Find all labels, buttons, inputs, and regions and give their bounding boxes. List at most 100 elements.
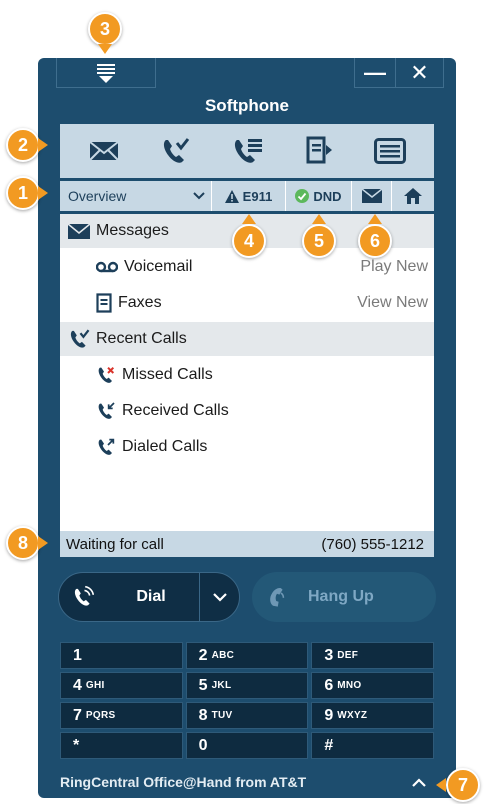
chevron-up-icon [412, 777, 426, 787]
main-menu-button[interactable] [56, 58, 156, 88]
voicemail-icon [96, 261, 118, 273]
overview-panel: Messages Voicemail Play New Faxes View N… [60, 214, 434, 531]
strip-messages-button[interactable] [352, 181, 392, 211]
fax-icon [306, 136, 332, 164]
dialed-call-icon [98, 438, 115, 455]
softphone-window: — ✕ Softphone Overview E911 DND Messages… [38, 58, 456, 798]
dialed-calls-label: Dialed Calls [122, 438, 208, 455]
keypad-key[interactable]: 0 [185, 732, 309, 759]
call-status-text: Waiting for call [66, 535, 164, 553]
callout-3-pointer [98, 44, 112, 54]
keypad-key-letters: GHI [85, 680, 105, 691]
dial-control: Dial [58, 572, 240, 622]
view-select[interactable]: Overview [60, 181, 212, 211]
keypad-key-letters: JKL [211, 680, 232, 691]
callout-6-pointer [368, 214, 382, 224]
received-calls-row[interactable]: Received Calls [60, 394, 434, 428]
keypad-key[interactable]: 9 WXYZ [311, 702, 434, 729]
keypad-key[interactable]: 4 GHI [60, 672, 183, 699]
footer-brand: RingCentral Office@Hand from AT&T [60, 774, 307, 790]
keypad-key-digit: 3 [324, 646, 334, 664]
dial-button[interactable]: Dial [107, 588, 199, 606]
list-icon [374, 138, 407, 164]
phone-list-icon [234, 139, 262, 163]
chevron-down-icon [193, 192, 205, 200]
toolbar-fax-button[interactable] [299, 133, 339, 169]
faxes-view-new-link[interactable]: View New [357, 294, 428, 312]
keypad-key-letters: DEF [337, 650, 359, 661]
keypad-key-digit: 8 [198, 706, 208, 724]
hangup-phone-icon [270, 588, 285, 607]
toolbar-recent-calls-button[interactable] [155, 133, 195, 169]
keypad-key[interactable]: * [60, 732, 183, 759]
home-icon [404, 188, 422, 204]
voicemail-play-new-link[interactable]: Play New [360, 258, 428, 276]
toolbar-list-button[interactable] [370, 133, 410, 169]
messages-header-label: Messages [96, 222, 169, 239]
callout-2-pointer [38, 138, 48, 152]
callout-6: 6 [358, 224, 392, 258]
expand-button[interactable] [408, 772, 430, 792]
dnd-label: DND [313, 188, 342, 204]
keypad-key-letters: PQRS [85, 710, 116, 721]
e911-label: E911 [242, 188, 273, 204]
hangup-button[interactable]: Hang Up [252, 572, 436, 622]
e911-button[interactable]: E911 [212, 181, 286, 211]
minimize-button[interactable]: — [354, 58, 396, 88]
phone-check-icon [164, 138, 190, 163]
recent-calls-header-label: Recent Calls [96, 330, 187, 347]
callout-2: 2 [6, 128, 40, 162]
close-button[interactable]: ✕ [396, 58, 444, 88]
dial-keypad: 1 2 ABC 3 DEF 4 GHI 5 JKL 6 MNO 7 PQRS 8 TUV 9 WXYZ * 0 # [60, 642, 434, 759]
call-status-bar: Waiting for call (760) 555-1212 [60, 531, 434, 557]
keypad-key-letters: TUV [211, 710, 233, 721]
chevron-down-icon [212, 592, 227, 602]
keypad-key-digit: * [73, 736, 80, 754]
missed-calls-label: Missed Calls [122, 366, 213, 383]
keypad-key[interactable]: 5 JKL [185, 672, 309, 699]
missed-call-icon [98, 366, 115, 383]
dialed-calls-row[interactable]: Dialed Calls [60, 430, 434, 464]
keypad-key[interactable]: 2 ABC [185, 642, 309, 669]
toolbar-messages-button[interactable] [84, 133, 124, 169]
keypad-key-digit: 4 [73, 676, 82, 694]
home-button[interactable] [392, 181, 434, 211]
keypad-key[interactable]: 1 [60, 642, 183, 669]
callout-5: 5 [302, 224, 336, 258]
keypad-key[interactable]: 7 PQRS [60, 702, 183, 729]
main-toolbar [60, 124, 434, 178]
own-phone-number: (760) 555-1212 [321, 535, 424, 553]
phone-check-icon [70, 329, 90, 348]
keypad-key[interactable]: 8 TUV [185, 702, 309, 729]
keypad-key-digit: 7 [73, 706, 82, 724]
missed-calls-row[interactable]: Missed Calls [60, 358, 434, 392]
window-controls: — ✕ [354, 58, 444, 88]
keypad-key-digit: 2 [198, 646, 208, 664]
keypad-key[interactable]: 3 DEF [311, 642, 434, 669]
dnd-button[interactable]: DND [286, 181, 352, 211]
callout-7: 7 [446, 768, 480, 802]
keypad-key[interactable]: # [311, 732, 434, 759]
warning-icon [224, 189, 239, 203]
callout-8-pointer [38, 536, 48, 550]
keypad-key[interactable]: 6 MNO [311, 672, 434, 699]
faxes-row[interactable]: Faxes View New [60, 286, 434, 320]
keypad-key-digit: 6 [324, 676, 334, 694]
faxes-label: Faxes [118, 294, 162, 311]
callout-7-pointer [436, 778, 446, 792]
phone-icon [74, 585, 94, 606]
keypad-key-digit: 5 [198, 676, 208, 694]
keypad-key-digit: 1 [73, 646, 82, 664]
callout-1-pointer [38, 186, 48, 200]
envelope-icon [68, 223, 90, 239]
status-strip: Overview E911 DND [60, 181, 434, 211]
toolbar-call-log-button[interactable] [227, 133, 267, 169]
callout-5-pointer [312, 214, 326, 224]
dial-phone-icon-wrap[interactable] [59, 585, 107, 609]
keypad-key-letters: MNO [337, 680, 362, 691]
recent-calls-section-header[interactable]: Recent Calls [60, 322, 434, 356]
dial-options-dropdown[interactable] [199, 573, 239, 621]
menu-download-icon [97, 63, 115, 83]
dnd-status-icon [295, 189, 310, 203]
received-calls-label: Received Calls [122, 402, 229, 419]
